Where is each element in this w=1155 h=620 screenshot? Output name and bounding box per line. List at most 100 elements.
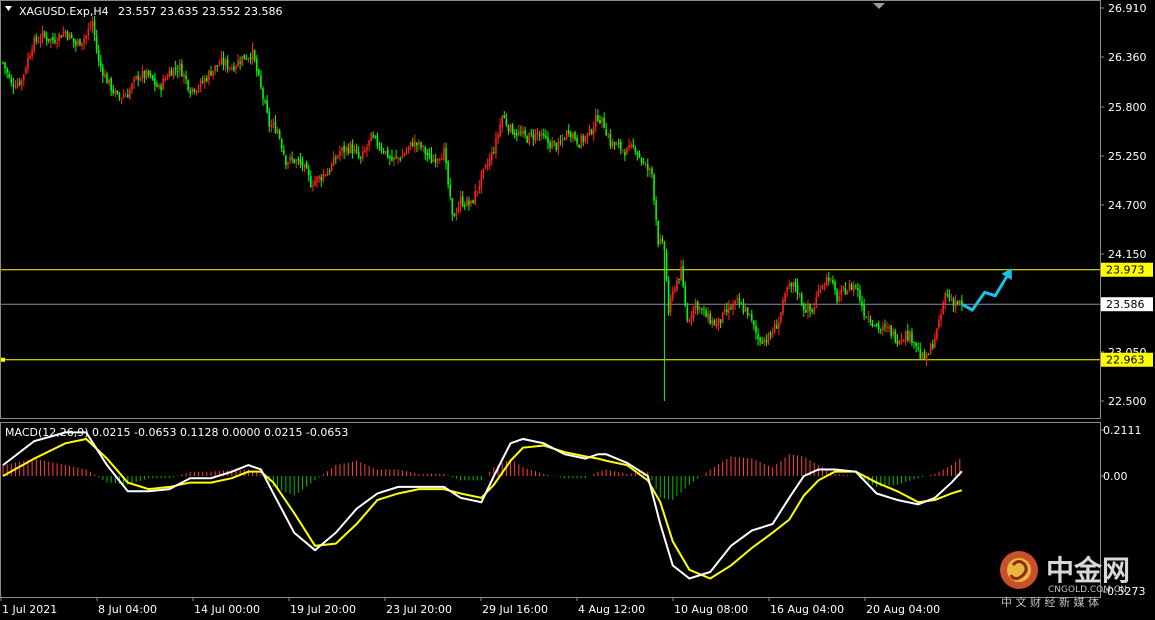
candle-body <box>898 340 901 345</box>
candle-body <box>892 330 895 335</box>
candle-body <box>149 74 152 76</box>
macd-label: MACD(12,26,9) 0.0215 -0.0653 0.1128 0.00… <box>5 426 348 439</box>
candle-body <box>420 142 422 148</box>
candle-body <box>260 75 262 88</box>
candle-body <box>235 66 237 69</box>
candle-body <box>276 129 279 134</box>
candle-body <box>734 300 736 305</box>
candle-body <box>85 35 87 39</box>
candle-body <box>875 323 878 326</box>
candle-body <box>638 153 641 157</box>
candle-body <box>133 78 135 83</box>
level-price-label: 23.973 <box>1106 264 1145 277</box>
candle-body <box>339 151 341 157</box>
candle-body <box>649 168 651 171</box>
candle-body <box>890 325 892 336</box>
candle-body <box>416 142 418 146</box>
candle-body <box>18 81 21 85</box>
candle-body <box>316 176 318 182</box>
candle-body <box>934 338 936 348</box>
candle-body <box>439 159 441 161</box>
candle-body <box>231 68 233 70</box>
candle-body <box>800 293 803 306</box>
candle-body <box>938 320 940 328</box>
candle-body <box>451 198 454 215</box>
candle-body <box>330 164 333 171</box>
candle-body <box>757 334 759 339</box>
candle-body <box>690 315 693 319</box>
candle-body <box>411 142 414 147</box>
candle-body <box>66 31 69 39</box>
candle-body <box>755 325 757 333</box>
candle-body <box>243 54 246 60</box>
candle-body <box>399 158 402 160</box>
candle-body <box>224 60 227 66</box>
candle-body <box>592 128 595 135</box>
candle-body <box>682 265 684 287</box>
candle-body <box>299 159 302 163</box>
candle-body <box>503 115 506 119</box>
candle-body <box>611 141 614 147</box>
candle-body <box>93 20 96 36</box>
candle-body <box>156 83 158 87</box>
time-tick-label: 16 Aug 04:00 <box>770 603 844 616</box>
watermark-brand: 中金网 <box>1046 554 1130 587</box>
candle-body <box>634 148 637 152</box>
candle-body <box>842 286 845 289</box>
candle-body <box>707 312 709 319</box>
candle-body <box>484 164 487 168</box>
candle-body <box>166 77 169 79</box>
candle-body <box>778 322 780 329</box>
candle-body <box>251 48 254 61</box>
candle-body <box>266 100 268 113</box>
candle-body <box>310 176 312 187</box>
candle-body <box>825 276 828 286</box>
candle-body <box>359 156 362 159</box>
candle-body <box>619 141 622 150</box>
candle-body <box>642 162 645 164</box>
candle-body <box>632 144 635 147</box>
candle-body <box>195 90 198 93</box>
candle-body <box>746 307 749 316</box>
candle-body <box>748 313 751 315</box>
candle-body <box>37 41 40 43</box>
candle-body <box>817 290 820 297</box>
candle-body <box>744 308 747 311</box>
macd-tick-label: 0.2111 <box>1103 424 1142 437</box>
candle-body <box>511 125 514 135</box>
candle-body <box>297 158 300 161</box>
candle-body <box>726 309 728 312</box>
candle-body <box>663 242 666 251</box>
candle-body <box>823 283 826 285</box>
candle-body <box>191 87 194 93</box>
trading-chart[interactable]: XAGUSD.Exp,H4 23.557 23.635 23.552 23.58… <box>0 0 1155 620</box>
candle-body <box>77 40 79 45</box>
candle-body <box>52 36 54 41</box>
candle-body <box>293 159 295 164</box>
candle-body <box>58 33 60 41</box>
candle-body <box>370 133 372 142</box>
candle-body <box>771 333 774 335</box>
candle-body <box>557 141 560 150</box>
candle-body <box>397 157 399 159</box>
candle-body <box>108 78 110 84</box>
candle-body <box>389 156 391 158</box>
candle-body <box>742 304 745 312</box>
candle-body <box>262 88 264 100</box>
candle-body <box>674 289 676 292</box>
candle-body <box>507 125 510 131</box>
candle-body <box>364 150 366 153</box>
candle-body <box>135 76 137 80</box>
candle-body <box>819 290 822 292</box>
candle-body <box>769 333 772 336</box>
candle-body <box>863 304 865 317</box>
candle-body <box>794 281 797 287</box>
candle-body <box>540 132 543 136</box>
candle-body <box>457 206 460 212</box>
candle-body <box>954 301 957 307</box>
candle-body <box>869 318 872 323</box>
candle-body <box>405 150 408 154</box>
candle-body <box>245 58 248 60</box>
candle-body <box>407 146 410 150</box>
candle-body <box>923 352 926 360</box>
